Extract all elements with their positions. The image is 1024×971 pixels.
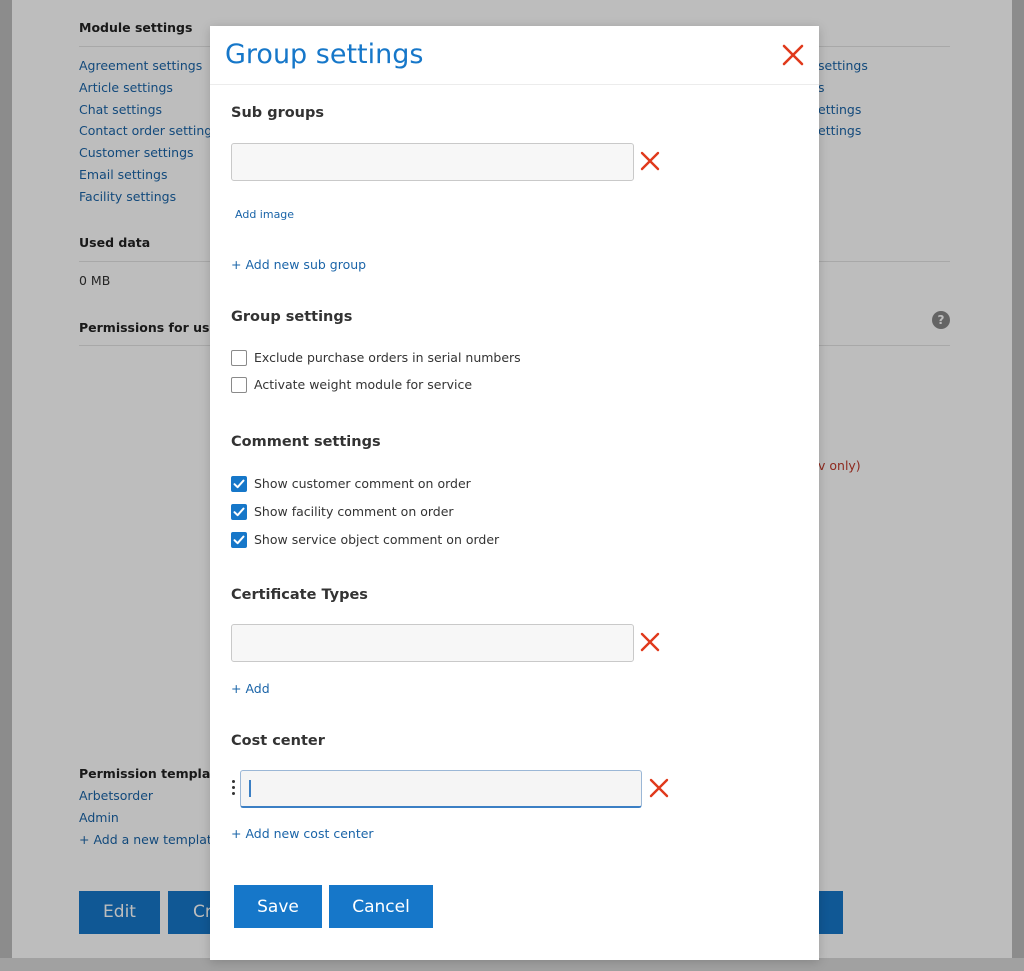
sub-group-input[interactable] (231, 143, 634, 181)
checkbox-label: Show customer comment on order (254, 476, 471, 491)
checkmark-icon (233, 507, 245, 517)
checkbox-label: Activate weight module for service (254, 377, 473, 392)
add-sub-group-link[interactable]: + Add new sub group (231, 257, 366, 272)
certificate-types-title: Certificate Types (231, 587, 368, 603)
group-settings-title: Group settings (231, 309, 353, 325)
modal-title: Group settings (225, 39, 424, 70)
checkbox-label: Show facility comment on order (254, 504, 454, 519)
remove-certificate-type-icon[interactable] (640, 632, 660, 652)
checkmark-icon (233, 479, 245, 489)
cost-center-title: Cost center (231, 733, 325, 749)
remove-sub-group-icon[interactable] (640, 151, 660, 171)
add-cost-center-link[interactable]: + Add new cost center (231, 826, 374, 841)
add-certificate-type-link[interactable]: + Add (231, 681, 270, 696)
text-caret (249, 780, 251, 797)
checkbox-checked[interactable] (231, 476, 247, 492)
cancel-button[interactable]: Cancel (329, 885, 433, 928)
cost-center-input[interactable] (240, 770, 642, 808)
group-settings-modal: Group settings Sub groups Add image + Ad… (210, 26, 819, 960)
save-button[interactable]: Save (234, 885, 322, 928)
add-image-link[interactable]: Add image (235, 208, 294, 221)
drag-handle-icon[interactable] (230, 777, 238, 803)
certificate-type-input[interactable] (231, 624, 634, 662)
checkbox-checked[interactable] (231, 504, 247, 520)
modal-header: Group settings (210, 26, 819, 85)
checkbox[interactable] (231, 377, 247, 393)
comment-settings-title: Comment settings (231, 434, 381, 450)
checkbox-label: Show service object comment on order (254, 532, 500, 547)
remove-cost-center-icon[interactable] (649, 778, 669, 798)
close-x-icon[interactable] (781, 43, 805, 67)
checkbox-label: Exclude purchase orders in serial number… (254, 350, 521, 365)
sub-groups-title: Sub groups (231, 105, 325, 121)
checkbox[interactable] (231, 350, 247, 366)
checkbox-checked[interactable] (231, 532, 247, 548)
checkmark-icon (233, 535, 245, 545)
